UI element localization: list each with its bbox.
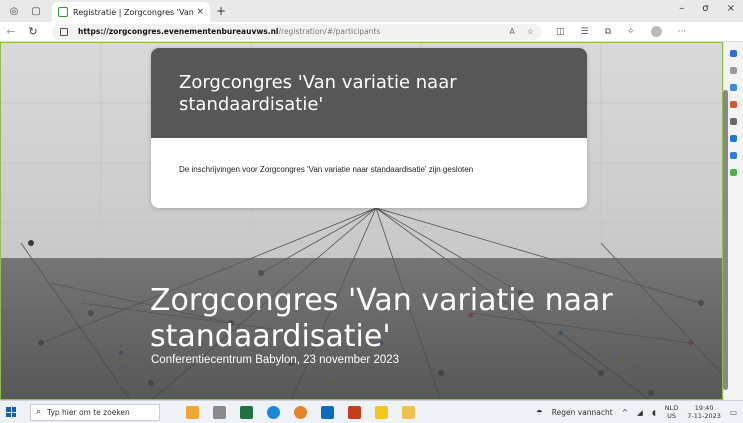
hero-title: Zorgcongres 'Van variatie naar standaard… [150, 283, 613, 354]
close-window-button[interactable]: × [727, 3, 735, 14]
sidebar-search-icon[interactable] [730, 50, 737, 57]
network-icon[interactable]: ◢ [637, 408, 643, 417]
weather-rain-icon[interactable]: ☂ [536, 408, 543, 417]
notifications-icon[interactable]: ▭ [730, 408, 737, 417]
page-viewport: Zorgcongres 'Van variatie naar standaard… [0, 42, 723, 400]
hero-subtitle: Conferentiecentrum Babylon, 23 november … [151, 354, 400, 366]
start-button[interactable] [0, 407, 22, 417]
close-tab-button[interactable]: × [196, 7, 204, 17]
extensions-icon[interactable]: ✧ [627, 27, 635, 37]
refresh-button[interactable]: ↻ [22, 25, 44, 38]
scrollbar-thumb[interactable] [723, 90, 728, 390]
powerpoint-icon[interactable] [348, 405, 361, 419]
profile-avatar[interactable] [650, 26, 662, 37]
outlook-icon[interactable] [321, 405, 334, 419]
sidebar-drop-icon[interactable] [730, 152, 737, 159]
clock-time: 19:40 [694, 404, 714, 412]
taskbar-apps [186, 405, 415, 419]
volume-icon[interactable]: ◖ [652, 408, 656, 417]
sidebar-tools-icon[interactable] [730, 84, 737, 91]
search-placeholder: Typ hier om te zoeken [47, 407, 130, 417]
url-path: /registration/#/participants [278, 27, 381, 36]
excel-icon[interactable] [240, 405, 253, 419]
search-icon: ⌕ [36, 407, 42, 417]
weather-widget-icon[interactable] [186, 405, 199, 419]
minimize-button[interactable]: – [679, 3, 684, 14]
collections-icon[interactable]: ⧉ [605, 27, 611, 37]
sidebar-games-icon[interactable] [730, 101, 737, 108]
keyboard-layout: US [667, 412, 676, 420]
sidebar-outlook-icon[interactable] [730, 135, 737, 142]
more-menu-icon[interactable]: ··· [678, 27, 687, 37]
language-code: NLD [664, 404, 679, 412]
tab-actions-icon[interactable]: ▢ [28, 3, 44, 19]
tab-title: Registratie | Zorgcongres 'Van va [73, 7, 197, 17]
browser-toolbar: ◫ ☰ ⧉ ✧ ··· [556, 26, 686, 37]
task-view-icon[interactable] [213, 405, 226, 419]
address-bar[interactable]: https://zorgcongres.evenementenbureauvws… [52, 23, 542, 40]
sidebar-office-icon[interactable] [730, 118, 737, 125]
navigation-bar: ← ↻ https://zorgcongres.evenementenburea… [0, 22, 743, 42]
browser-tab[interactable]: Registratie | Zorgcongres 'Van va × [52, 2, 210, 22]
lock-icon[interactable] [60, 27, 68, 36]
edge-icon[interactable] [267, 405, 280, 419]
restore-button[interactable]: σ [702, 3, 708, 14]
back-button[interactable]: ← [0, 25, 22, 38]
sidebar-add-icon[interactable] [730, 169, 737, 176]
read-aloud-icon[interactable]: A [509, 27, 514, 36]
weather-text[interactable]: Regen vannacht [552, 408, 613, 417]
split-screen-icon[interactable]: ◫ [556, 27, 565, 37]
language-indicator[interactable]: NLD US [665, 404, 679, 420]
clock[interactable]: 19:40 7-11-2023 [687, 404, 721, 420]
windows-logo-icon [6, 407, 16, 417]
favorites-icon[interactable]: ☰ [581, 27, 589, 37]
registration-card: Zorgcongres 'Van variatie naar standaard… [151, 48, 587, 208]
card-title: Zorgcongres 'Van variatie naar standaard… [151, 48, 587, 138]
page-scrollbar[interactable] [723, 50, 728, 390]
tray-overflow-icon[interactable]: ^ [622, 408, 628, 417]
workspaces-icon[interactable]: ◎ [6, 3, 22, 19]
clock-date: 7-11-2023 [687, 412, 721, 420]
window-controls: – σ × [679, 3, 735, 14]
url-host: https://zorgcongres.evenementenbureauvws… [78, 27, 279, 36]
system-tray: ☂ Regen vannacht ^ ◢ ◖ NLD US 19:40 7-11… [536, 404, 743, 420]
sidebar-shopping-icon[interactable] [730, 67, 737, 74]
sticky-notes-icon[interactable] [375, 405, 388, 419]
new-tab-button[interactable]: + [216, 4, 226, 18]
chrome-icon[interactable] [294, 405, 307, 419]
file-explorer-icon[interactable] [402, 405, 415, 419]
browser-tab-strip: ◎ ▢ Registratie | Zorgcongres 'Van va × … [0, 0, 743, 22]
favorite-star-icon[interactable]: ☆ [527, 27, 534, 36]
site-favicon-icon [58, 7, 68, 17]
taskbar-search-box[interactable]: ⌕ Typ hier om te zoeken [30, 403, 160, 421]
windows-taskbar: ⌕ Typ hier om te zoeken ☂ Regen vannacht… [0, 400, 743, 423]
registration-closed-message: De inschrijvingen voor Zorgcongres 'Van … [151, 138, 587, 208]
